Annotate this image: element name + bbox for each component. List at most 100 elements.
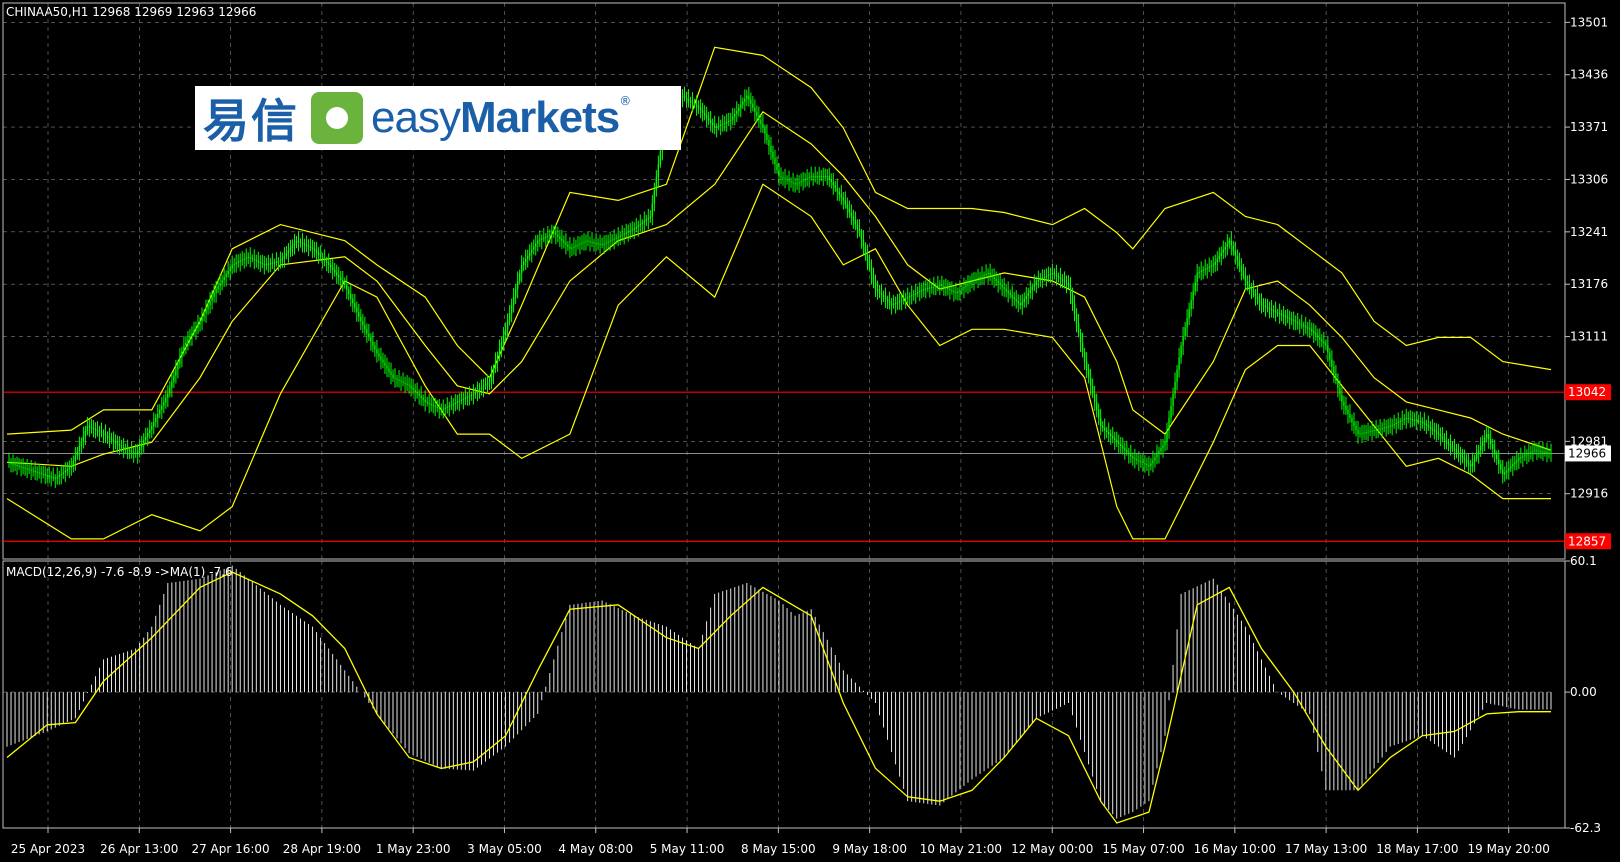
candle-body [1114, 438, 1116, 441]
candle-body [1353, 422, 1355, 427]
candle-body [766, 133, 768, 140]
candle-body [1083, 352, 1086, 362]
candle-body [88, 426, 91, 428]
candle-body [941, 285, 943, 287]
candle-body [309, 246, 312, 248]
candle-body [1385, 427, 1387, 429]
candle-body [583, 241, 585, 243]
current-price-label: 12966 [1568, 446, 1606, 460]
candle-body [412, 387, 414, 390]
candle-body [1469, 464, 1472, 467]
candle-body [1105, 430, 1108, 433]
candle-body [400, 380, 402, 382]
candle-body [882, 295, 885, 298]
time-tick-label: 18 May 17:00 [1376, 842, 1458, 856]
candle-body [1550, 453, 1552, 455]
candle-body [1369, 431, 1371, 433]
candle-body [808, 177, 810, 179]
candle-body [460, 399, 463, 401]
candle-body [329, 264, 332, 268]
easymarkets-logo: 易信 easyMarkets ® [195, 86, 681, 150]
candle-body [906, 297, 909, 299]
candle-body [1138, 460, 1140, 462]
candle-body [880, 293, 883, 296]
candle-body [557, 234, 559, 237]
candle-body [633, 228, 635, 230]
candle-body [1351, 417, 1353, 423]
candle-body [492, 368, 495, 376]
candle-body [760, 119, 762, 124]
candle-body [780, 176, 782, 178]
candle-body [185, 342, 187, 346]
candle-body [390, 371, 392, 375]
candle-body [1411, 418, 1413, 420]
candle-body [448, 405, 450, 407]
candle-body [1282, 315, 1285, 317]
candle-body [108, 437, 111, 439]
candle-body [32, 470, 34, 472]
candle-body [1309, 328, 1311, 330]
candle-body [1548, 452, 1550, 454]
candle-body [151, 426, 153, 430]
candle-body [647, 218, 650, 220]
candle-body [1176, 369, 1178, 382]
candle-body [179, 357, 181, 364]
candle-body [1284, 316, 1287, 318]
candle-body [1112, 436, 1114, 439]
candle-body [315, 250, 318, 253]
candle-body [82, 436, 85, 442]
candle-body [1471, 462, 1474, 467]
candle-body [1296, 322, 1299, 324]
candle-body [1178, 357, 1180, 370]
candle-body [1128, 452, 1130, 455]
candle-body [283, 255, 286, 259]
candle-body [1315, 333, 1317, 336]
candle-body [545, 236, 547, 238]
candle-body [1403, 418, 1405, 420]
candle-body [736, 110, 738, 114]
candle-body [1258, 299, 1261, 303]
candle-body [177, 363, 179, 370]
candle-body [826, 176, 828, 178]
candle-body [917, 292, 919, 294]
candle-body [1520, 457, 1522, 459]
candle-body [1039, 278, 1042, 280]
candle-body [524, 258, 527, 262]
candle-body [1190, 300, 1192, 310]
candle-body [1361, 433, 1363, 435]
candle-body [319, 254, 322, 257]
candle-body [591, 241, 593, 243]
candle-body [247, 256, 249, 258]
candle-body [305, 244, 308, 246]
candle-body [705, 115, 708, 118]
candle-body [1290, 319, 1293, 321]
candle-body [476, 390, 479, 393]
candle-body [350, 294, 352, 299]
candle-body [1077, 323, 1080, 333]
candle-body [42, 473, 44, 475]
candle-body [333, 269, 336, 273]
candle-body [814, 176, 816, 178]
candle-body [623, 233, 625, 235]
candle-body [589, 241, 591, 243]
candle-body [1524, 455, 1526, 457]
candle-body [464, 397, 467, 399]
candle-body [221, 279, 223, 284]
candle-body [1256, 296, 1259, 300]
candle-body [599, 243, 601, 245]
candle-body [1198, 271, 1200, 273]
candle-body [1494, 449, 1496, 455]
candle-body [822, 176, 824, 178]
candle-body [643, 221, 646, 223]
candle-body [68, 467, 71, 470]
candle-body [450, 404, 453, 406]
candle-body [693, 103, 696, 105]
candle-body [951, 290, 953, 292]
candle-body [1196, 272, 1198, 283]
candle-body [376, 349, 378, 354]
candle-body [223, 276, 225, 280]
candle-body [1208, 266, 1210, 268]
candle-body [555, 232, 557, 235]
candle-body [1305, 326, 1307, 328]
candle-body [565, 242, 567, 245]
